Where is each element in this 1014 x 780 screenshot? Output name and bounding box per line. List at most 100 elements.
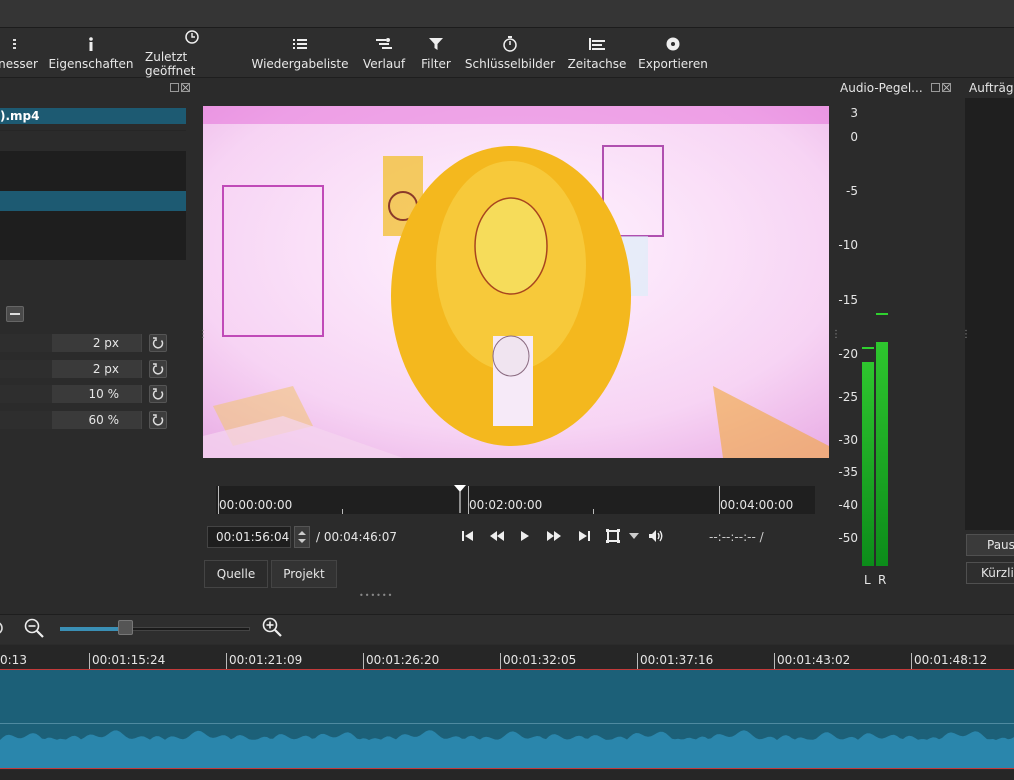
panel-float-close-controls[interactable] bbox=[170, 83, 190, 95]
timeline-icon bbox=[587, 35, 607, 53]
meter-icon bbox=[8, 35, 28, 53]
tab-source[interactable]: Quelle bbox=[204, 560, 268, 588]
playhead-marker[interactable] bbox=[454, 485, 466, 513]
history-icon bbox=[374, 35, 394, 53]
fast-forward-icon bbox=[547, 531, 561, 541]
undo-icon bbox=[152, 337, 164, 349]
toolbar-label: Schlüsselbilder bbox=[464, 57, 556, 71]
jobs-list[interactable] bbox=[965, 98, 1014, 530]
chevron-down-icon bbox=[629, 533, 639, 539]
pause-jobs-button[interactable]: Paus bbox=[966, 534, 1014, 556]
zoom-out-icon[interactable] bbox=[24, 618, 46, 640]
toolbar-timeline-button[interactable]: Zeitachse bbox=[566, 28, 628, 78]
info-icon bbox=[81, 35, 101, 53]
meter-scale-label: -40 bbox=[838, 498, 858, 512]
left-peak-marker bbox=[862, 347, 874, 349]
float-icon[interactable] bbox=[170, 83, 179, 92]
ruler-label: 00:02:00:00 bbox=[469, 498, 543, 512]
toolbar-playlist-button[interactable]: Wiedergabeliste bbox=[251, 28, 349, 78]
splitter-handle[interactable] bbox=[961, 326, 964, 340]
float-icon[interactable] bbox=[931, 83, 940, 92]
ruler-label: 00:01:26:20 bbox=[363, 653, 439, 669]
skip-previous-icon bbox=[462, 531, 473, 541]
filter-param-slider[interactable]: 10 % bbox=[0, 385, 142, 403]
toolbar-export-button[interactable]: Exportieren bbox=[638, 28, 708, 78]
minus-icon bbox=[10, 313, 20, 315]
toolbar-label: Exportieren bbox=[638, 57, 708, 71]
list-icon bbox=[290, 35, 310, 53]
toolbar-peak-meter-button[interactable]: nesser bbox=[0, 28, 42, 78]
right-channel-level bbox=[876, 342, 888, 566]
total-duration: / 00:04:46:07 bbox=[316, 530, 398, 544]
list-item[interactable] bbox=[0, 131, 186, 151]
toolbar-history-button[interactable]: Verlauf bbox=[360, 28, 408, 78]
filter-param-slider[interactable]: 2 px bbox=[0, 360, 142, 378]
zoom-in-icon[interactable] bbox=[262, 617, 284, 639]
reset-param-button[interactable] bbox=[149, 385, 167, 403]
jobs-title: Aufträge bbox=[969, 81, 1014, 95]
player-scrubber[interactable]: 00:00:00:00 00:02:00:00 00:04:00:00 bbox=[216, 485, 815, 514]
filter-param-slider[interactable]: 2 px bbox=[0, 334, 142, 352]
ruler-label: 00:01:21:09 bbox=[226, 653, 302, 669]
current-timecode-field[interactable]: 00:01:56:04 bbox=[207, 526, 291, 548]
close-icon[interactable] bbox=[181, 83, 190, 92]
rewind-icon bbox=[490, 531, 504, 541]
list-item-selected[interactable] bbox=[0, 191, 186, 211]
ruler-label: 00:01:15:24 bbox=[89, 653, 165, 669]
partial-icon[interactable] bbox=[0, 620, 6, 636]
in-out-timecode: --:--:--:-- / bbox=[709, 530, 764, 544]
volume-button[interactable] bbox=[647, 528, 667, 544]
toolbar-recent-button[interactable]: Zuletzt geöffnet bbox=[145, 28, 239, 78]
list-item[interactable] bbox=[0, 151, 186, 171]
timecode-stepper[interactable] bbox=[294, 526, 310, 548]
meter-scale-label: -10 bbox=[838, 238, 858, 252]
close-icon[interactable] bbox=[942, 83, 951, 92]
zoom-slider-fill bbox=[60, 627, 125, 631]
main-toolbar: nesser Eigenschaften Zuletzt geöffnet Wi… bbox=[0, 28, 1014, 78]
tab-project[interactable]: Projekt bbox=[271, 560, 337, 588]
recent-jobs-button[interactable]: Kürzlic bbox=[966, 562, 1014, 584]
reset-param-button[interactable] bbox=[149, 411, 167, 429]
meter-scale-label: 3 bbox=[850, 106, 858, 120]
zoom-dropdown-button[interactable] bbox=[628, 528, 640, 544]
splitter-handle[interactable] bbox=[831, 326, 834, 340]
funnel-icon bbox=[426, 35, 446, 53]
video-preview[interactable] bbox=[203, 106, 829, 458]
filter-list[interactable] bbox=[0, 130, 186, 260]
fast-forward-button[interactable] bbox=[545, 528, 563, 544]
reset-param-button[interactable] bbox=[149, 334, 167, 352]
param-value: 2 px bbox=[92, 336, 119, 350]
toolbar-label: Zeitachse bbox=[567, 57, 627, 71]
param-value: 60 % bbox=[88, 413, 120, 427]
meter-scale-label: -50 bbox=[838, 531, 858, 545]
filter-param-slider[interactable]: 60 % bbox=[0, 411, 142, 429]
menu-bar bbox=[0, 0, 1014, 28]
list-item[interactable] bbox=[0, 171, 186, 191]
stopwatch-icon bbox=[500, 35, 520, 53]
audio-waveform bbox=[0, 730, 1014, 768]
zoom-slider-handle[interactable] bbox=[118, 620, 133, 635]
remove-filter-button[interactable] bbox=[6, 306, 24, 322]
param-value: 2 px bbox=[92, 362, 119, 376]
timeline-footer bbox=[0, 770, 1014, 780]
toolbar-filter-button[interactable]: Filter bbox=[418, 28, 454, 78]
toolbar-label: Verlauf bbox=[362, 57, 406, 71]
reset-param-button[interactable] bbox=[149, 360, 167, 378]
skip-previous-button[interactable] bbox=[461, 528, 475, 544]
waveform-shape bbox=[0, 730, 1014, 768]
zoom-fit-button[interactable] bbox=[605, 528, 621, 544]
skip-next-button[interactable] bbox=[577, 528, 591, 544]
toolbar-keyframes-button[interactable]: Schlüsselbilder bbox=[465, 28, 555, 78]
ruler-label: 0:13 bbox=[0, 653, 27, 667]
filters-panel: ).mp4 2 px 2 px 10 % 60 % bbox=[0, 80, 196, 558]
play-button[interactable] bbox=[519, 528, 531, 544]
disc-icon bbox=[663, 35, 683, 53]
splitter-handle[interactable]: •••••• bbox=[359, 591, 393, 600]
timeline-ruler[interactable]: 0:13 00:01:15:24 00:01:21:09 00:01:26:20… bbox=[0, 645, 1014, 669]
rewind-button[interactable] bbox=[488, 528, 506, 544]
timeline-clip[interactable] bbox=[0, 669, 1014, 769]
splitter-handle[interactable] bbox=[198, 326, 201, 340]
panel-float-close-controls[interactable] bbox=[931, 83, 951, 95]
toolbar-properties-button[interactable]: Eigenschaften bbox=[48, 28, 134, 78]
toolbar-label: Filter bbox=[421, 57, 451, 71]
